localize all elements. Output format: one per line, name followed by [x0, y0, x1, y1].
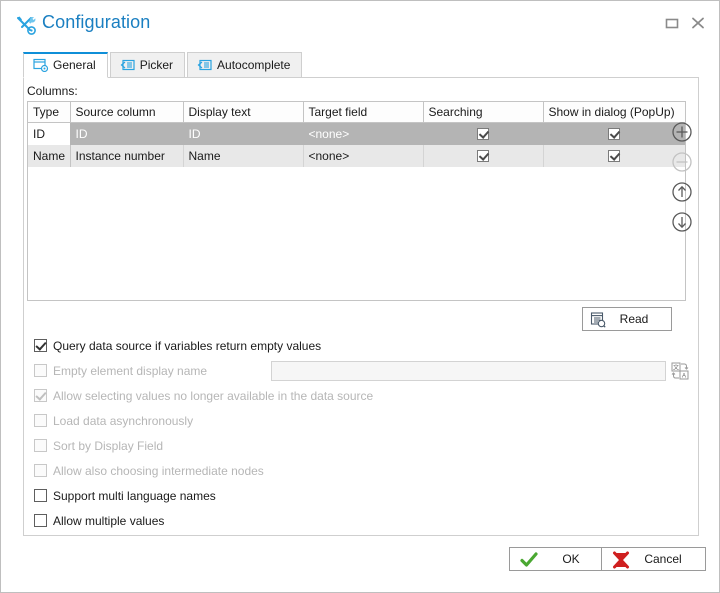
move-down-button[interactable]: [669, 209, 695, 235]
cell-type[interactable]: ID: [28, 122, 71, 145]
read-button[interactable]: Read: [582, 307, 672, 331]
show-in-dialog-checkbox[interactable]: [608, 128, 620, 140]
tab-strip: General Picker Autocomplete: [23, 52, 304, 78]
restore-button[interactable]: [661, 13, 683, 33]
option-allow-intermediate-nodes[interactable]: Allow also choosing intermediate nodes: [34, 464, 264, 480]
option-allow-intermediate-nodes-checkbox[interactable]: [34, 464, 47, 477]
option-allow-selecting-unavailable-label: Allow selecting values no longer availab…: [53, 389, 374, 403]
cell-searching[interactable]: [423, 145, 544, 167]
cell-source-column[interactable]: Instance number: [70, 145, 184, 167]
tools-icon: [15, 14, 37, 36]
cell-target-field[interactable]: <none>: [303, 122, 424, 145]
grid-header-source-column[interactable]: Source column: [70, 102, 184, 123]
option-sort-by-display-field-label: Sort by Display Field: [53, 439, 164, 453]
svg-text:文: 文: [673, 364, 679, 372]
option-empty-element-display-name[interactable]: Empty element display name: [34, 364, 207, 380]
grid-header-show-in-dialog[interactable]: Show in dialog (PopUp): [543, 102, 685, 123]
option-empty-element-display-name-label: Empty element display name: [53, 364, 208, 378]
option-load-async-checkbox[interactable]: [34, 414, 47, 427]
option-allow-selecting-unavailable[interactable]: Allow selecting values no longer availab…: [34, 389, 373, 405]
grid-header-display-text[interactable]: Display text: [183, 102, 304, 123]
columns-grid[interactable]: Type Source column Display text Target f…: [27, 101, 686, 301]
option-allow-multiple-values[interactable]: Allow multiple values: [34, 514, 164, 530]
cell-target-field[interactable]: <none>: [303, 145, 424, 167]
option-load-async-label: Load data asynchronously: [53, 414, 194, 428]
autocomplete-icon: [197, 56, 213, 71]
table-row[interactable]: Name Instance number Name <none>: [28, 145, 685, 167]
tab-general[interactable]: General: [23, 52, 108, 78]
grid-header-type[interactable]: Type: [28, 102, 71, 123]
grid-header-row: Type Source column Display text Target f…: [28, 102, 685, 123]
option-empty-element-display-name-checkbox[interactable]: [34, 364, 47, 377]
option-sort-by-display-field-checkbox[interactable]: [34, 439, 47, 452]
tab-general-label: General: [53, 58, 96, 72]
option-allow-selecting-unavailable-checkbox[interactable]: [34, 389, 47, 402]
tab-picker-label: Picker: [139, 58, 174, 72]
tab-autocomplete-label: Autocomplete: [217, 58, 291, 72]
cell-type[interactable]: Name: [28, 145, 71, 167]
svg-text:A: A: [682, 374, 686, 380]
option-query-data-source-label: Query data source if variables return em…: [53, 339, 322, 353]
option-load-async[interactable]: Load data asynchronously: [34, 414, 193, 430]
tab-autocomplete[interactable]: Autocomplete: [187, 52, 303, 78]
option-allow-multiple-values-checkbox[interactable]: [34, 514, 47, 527]
configuration-dialog: Configuration General Picker Autocomplet…: [0, 0, 720, 593]
add-row-button[interactable]: [669, 119, 695, 145]
columns-label: Columns:: [27, 84, 78, 98]
cell-display-text[interactable]: Name: [183, 145, 304, 167]
option-support-multi-language[interactable]: Support multi language names: [34, 489, 216, 505]
read-button-label: Read: [619, 312, 649, 326]
tab-picker[interactable]: Picker: [109, 52, 186, 78]
option-support-multi-language-checkbox[interactable]: [34, 489, 47, 502]
cell-show-in-dialog[interactable]: [543, 145, 685, 167]
cell-show-in-dialog[interactable]: [543, 122, 685, 145]
cancel-button[interactable]: Cancel: [601, 547, 706, 571]
option-query-data-source-checkbox[interactable]: [34, 339, 47, 352]
grid-side-buttons: [669, 119, 695, 239]
empty-element-display-name-input[interactable]: [271, 361, 666, 381]
title-bar: Configuration: [1, 1, 719, 45]
option-sort-by-display-field[interactable]: Sort by Display Field: [34, 439, 163, 455]
option-allow-multiple-values-label: Allow multiple values: [53, 514, 165, 528]
ok-button-label: OK: [562, 552, 580, 566]
remove-row-button[interactable]: [669, 149, 695, 175]
form-gear-icon: [33, 57, 49, 73]
searching-checkbox[interactable]: [477, 150, 489, 162]
picker-icon: [120, 56, 136, 71]
ok-button[interactable]: OK: [509, 547, 614, 571]
option-query-data-source[interactable]: Query data source if variables return em…: [34, 339, 321, 355]
cell-searching[interactable]: [423, 122, 544, 145]
close-button[interactable]: [687, 13, 709, 33]
window-title: Configuration: [42, 12, 151, 32]
option-allow-intermediate-nodes-label: Allow also choosing intermediate nodes: [53, 464, 264, 478]
option-support-multi-language-label: Support multi language names: [53, 489, 216, 503]
table-row[interactable]: ID ID ID <none>: [28, 122, 685, 145]
show-in-dialog-checkbox[interactable]: [608, 150, 621, 162]
translate-icon[interactable]: 文 A: [671, 362, 689, 380]
searching-checkbox[interactable]: [477, 128, 489, 140]
grid-header-target-field[interactable]: Target field: [303, 102, 424, 123]
cancel-button-label: Cancel: [644, 552, 682, 566]
move-up-button[interactable]: [669, 179, 695, 205]
grid-header-searching[interactable]: Searching: [423, 102, 544, 123]
cell-display-text[interactable]: ID: [183, 122, 304, 145]
cell-source-column[interactable]: ID: [70, 122, 184, 145]
